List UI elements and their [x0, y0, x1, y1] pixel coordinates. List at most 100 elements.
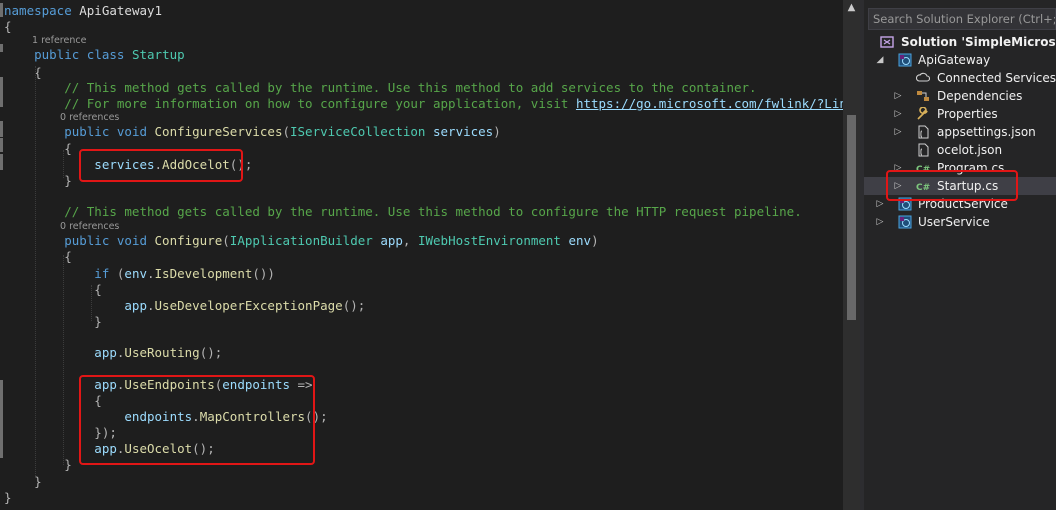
code-line: } [4, 314, 102, 330]
code-token: ApiGateway1 [71, 3, 163, 18]
code-token: Startup [131, 47, 185, 62]
codelens-configure-references[interactable]: 0 references [60, 221, 119, 232]
code-token: class [86, 47, 125, 62]
code-token: { [4, 141, 72, 156]
code-editor[interactable]: namespace ApiGateway1{ public class Star… [0, 0, 843, 510]
expanded-arrow-icon[interactable]: ◢ [875, 51, 885, 69]
change-marker [0, 412, 3, 428]
solution-node-label: Properties [937, 107, 998, 121]
code-token: } [4, 173, 72, 188]
indent-guide [63, 150, 64, 178]
code-token: } [4, 457, 72, 472]
code-token: void [116, 124, 147, 139]
code-token: ConfigureServices [154, 124, 283, 139]
code-token: . [147, 266, 155, 281]
code-line: public void Configure(IApplicationBuilde… [4, 233, 599, 249]
code-line: // For more information on how to config… [4, 96, 843, 112]
code-token: ) [591, 233, 599, 248]
code-token: } [4, 490, 12, 505]
change-marker [0, 428, 3, 444]
code-token: namespace [4, 3, 72, 18]
code-line: public void ConfigureServices(IServiceCo… [4, 124, 501, 140]
dependencies-icon [916, 89, 930, 103]
solution-search-input[interactable]: Search Solution Explorer (Ctrl+;) [868, 8, 1056, 30]
change-marker [0, 380, 3, 396]
collapsed-arrow-icon[interactable]: ▷ [893, 87, 903, 105]
code-token: // This method gets called by the runtim… [4, 204, 802, 219]
code-line: if (env.IsDevelopment()) [4, 266, 275, 282]
code-token: services [433, 124, 494, 139]
codelens-configureservices-references[interactable]: 0 references [60, 112, 119, 123]
code-token: Configure [154, 233, 223, 248]
code-line: // This method gets called by the runtim… [4, 80, 757, 96]
solution-node-userservice[interactable]: ▷ UserService [864, 213, 1056, 231]
scrollbar-thumb[interactable] [847, 115, 856, 320]
change-marker [0, 138, 3, 152]
code-token: UseRouting [124, 345, 200, 360]
code-link[interactable]: https://go.microsoft.com/fwlink/?LinkID=… [576, 96, 843, 111]
web-project-icon [898, 215, 912, 229]
code-line: { [4, 282, 102, 298]
solution-node-dependencies[interactable]: ▷ Dependencies [864, 87, 1056, 105]
code-token: { [4, 19, 12, 34]
change-marker [0, 3, 3, 17]
code-token: } [4, 474, 42, 489]
code-token: // This method gets called by the runtim… [4, 80, 757, 95]
highlight-box-addocelot [79, 149, 243, 182]
code-token: public [4, 124, 110, 139]
collapsed-arrow-icon[interactable]: ▷ [875, 213, 885, 231]
json-file-icon [916, 143, 930, 157]
solution-node-properties[interactable]: ▷ Properties [864, 105, 1056, 123]
chevron-up-icon[interactable]: ▲ [845, 2, 858, 18]
solution-node-solution-simplemicroservic[interactable]: Solution 'SimpleMicroservic [864, 33, 1056, 51]
solution-node-label: UserService [918, 215, 990, 229]
code-token: ( [109, 266, 125, 281]
code-token: (); [342, 298, 366, 313]
solution-node-label: appsettings.json [937, 125, 1036, 139]
code-token: . [147, 298, 155, 313]
code-token: { [4, 249, 72, 264]
collapsed-arrow-icon[interactable]: ▷ [893, 123, 903, 141]
collapsed-arrow-icon[interactable]: ▷ [875, 195, 885, 213]
solution-node-apigateway[interactable]: ◢ ApiGateway [864, 51, 1056, 69]
solution-node-label: Dependencies [937, 89, 1023, 103]
code-token: app [380, 233, 403, 248]
highlight-box-startup [886, 170, 1018, 201]
change-marker [0, 44, 3, 52]
code-line: namespace ApiGateway1 [4, 3, 162, 19]
code-token: ) [493, 124, 501, 139]
collapsed-arrow-icon[interactable]: ▷ [893, 105, 903, 123]
solution-node-label: Connected Services [937, 71, 1056, 85]
code-token: // For more information on how to config… [4, 96, 576, 111]
code-token: (); [199, 345, 223, 360]
code-token: ( [222, 233, 230, 248]
code-line: { [4, 141, 72, 157]
solution-node-appsettings-json[interactable]: ▷ appsettings.json [864, 123, 1056, 141]
code-token: IServiceCollection [290, 124, 426, 139]
editor-vertical-scrollbar[interactable]: ▲ [843, 0, 860, 510]
codelens-class-references[interactable]: 1 reference [32, 35, 86, 46]
solution-explorer: Search Solution Explorer (Ctrl+;) Soluti… [860, 0, 1056, 510]
code-line: app.UseRouting(); [4, 345, 222, 361]
code-token: IApplicationBuilder [229, 233, 373, 248]
code-token: IWebHostEnvironment [417, 233, 561, 248]
solution-node-label: Solution 'SimpleMicroservic [901, 35, 1056, 49]
code-token: } [4, 314, 102, 329]
highlight-box-endpoints-ocelot [79, 375, 315, 465]
code-token: public [4, 47, 80, 62]
change-marker [0, 154, 3, 170]
connected-services-icon [915, 71, 931, 85]
code-line: } [4, 474, 42, 490]
code-token: app [4, 298, 147, 313]
json-file-icon [916, 125, 930, 139]
solution-node-ocelot-json[interactable]: ocelot.json [864, 141, 1056, 159]
solution-node-connected-services[interactable]: Connected Services [864, 69, 1056, 87]
code-token: ( [282, 124, 290, 139]
wrench-icon [916, 106, 930, 121]
